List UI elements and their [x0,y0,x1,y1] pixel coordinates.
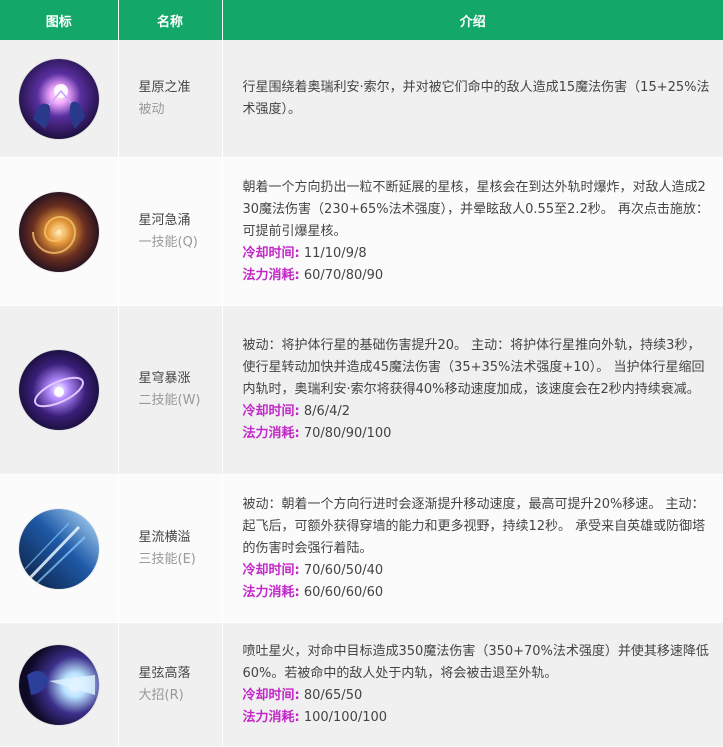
skill-type: 一技能(Q) [138,234,198,250]
mana-value: 70/80/90/100 [303,426,392,441]
table-row: 星弦高落 大招(R) 喷吐星火，对命中目标造成350魔法伤害（350+70%法术… [0,622,723,747]
mana-label: 法力消耗: [242,709,300,725]
skill-type: 二技能(W) [138,393,201,408]
skill-name: 星弦高落 [138,665,191,681]
skill-type: 被动 [138,101,165,117]
cooldown-value: 70/60/50/40 [303,562,384,578]
header-desc: 介绍 [222,0,723,40]
mana-label: 法力消耗: [242,584,300,600]
cooldown-line: 冷却时间: 70/60/50/40 [243,560,712,582]
skill-name: 星穹暴涨 [138,371,191,386]
mana-line: 法力消耗: 60/60/60/60 [243,582,712,604]
mana-value: 60/70/80/90 [303,267,384,283]
comet-flight-icon [18,508,99,589]
table-row: 星流横溢 三技能(E) 被动：朝着一个方向行进时会逐渐提升移动速度，最高可提升2… [0,474,723,623]
header-icon: 图标 [0,0,119,40]
skill-description: 朝着一个方向扔出一粒不断延展的星核，星核会在到达外轨时爆炸，对敌人造成230魔法… [242,179,709,239]
star-orbit-icon [18,350,99,430]
cooldown-value: 11/10/9/8 [303,245,367,261]
cooldown-value: 80/65/50 [303,687,363,703]
mana-line: 法力消耗: 70/80/90/100 [243,423,712,445]
cooldown-line: 冷却时间: 8/6/4/2 [243,401,712,423]
cooldown-line: 冷却时间: 80/65/50 [243,685,712,707]
mana-value: 60/60/60/60 [303,584,384,600]
skill-name: 星河急涌 [138,212,191,228]
cooldown-label: 冷却时间: [242,245,300,261]
mana-label: 法力消耗: [242,267,300,283]
mana-line: 法力消耗: 100/100/100 [243,707,712,729]
skill-description: 行星围绕着奥瑞利安·索尔，并对被它们命中的敌人造成15魔法伤害（15+25%法术… [242,79,710,117]
mana-label: 法力消耗: [242,426,300,441]
skill-name: 星流横溢 [138,529,191,545]
cooldown-line: 冷却时间: 11/10/9/8 [243,243,712,265]
cooldown-label: 冷却时间: [242,404,300,419]
starfire-breath-icon [18,644,99,725]
mana-value: 100/100/100 [303,709,388,725]
skill-description: 被动：朝着一个方向行进时会逐渐提升移动速度，最高可提升20%移速。 主动：起飞后… [242,496,706,556]
cooldown-label: 冷却时间: [242,562,300,578]
cooldown-label: 冷却时间: [242,687,300,703]
table-row: 星穹暴涨 二技能(W) 被动：将护体行星的基础伤害提升20。 主动：将护体行星推… [0,305,723,475]
skill-description: 被动：将护体行星的基础伤害提升20。 主动：将护体行星推向外轨，持续3秒，使行星… [242,338,705,397]
skills-table: 图标 名称 介绍 星原之准 被动 行星围绕着奥瑞利安·索尔，并对被它们命中的敌人… [0,0,723,747]
table-row: 星原之准 被动 行星围绕着奥瑞利安·索尔，并对被它们命中的敌人造成15魔法伤害（… [0,40,723,158]
table-row: 星河急涌 一技能(Q) 朝着一个方向扔出一粒不断延展的星核，星核会在到达外轨时爆… [0,157,723,306]
skill-type: 大招(R) [138,687,184,703]
mana-line: 法力消耗: 60/70/80/90 [243,265,712,287]
skill-name: 星原之准 [138,79,191,95]
star-hands-icon [18,58,99,139]
header-name: 名称 [118,0,223,40]
skill-type: 三技能(E) [138,551,196,567]
galaxy-icon [18,191,99,272]
table-header: 图标 名称 介绍 [0,0,723,40]
cooldown-value: 8/6/4/2 [303,404,351,419]
